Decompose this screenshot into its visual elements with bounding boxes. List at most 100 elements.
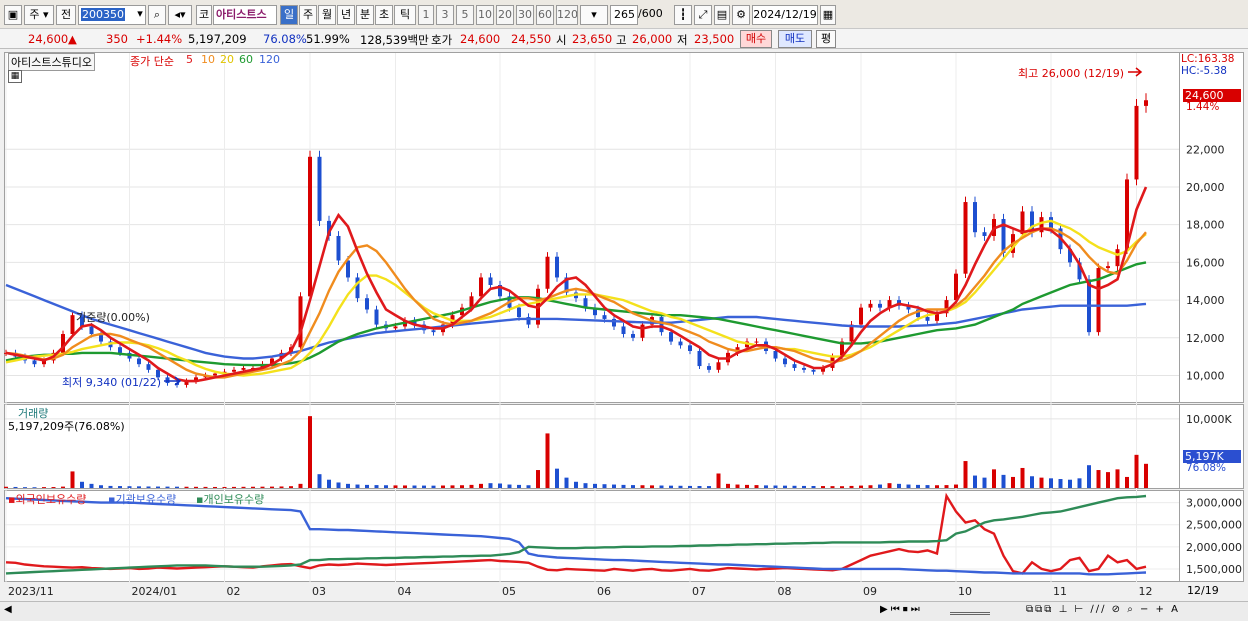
- candle-body: [232, 369, 236, 372]
- volume-bar: [460, 485, 464, 488]
- volume-bar: [783, 485, 787, 488]
- volume-bar: [726, 483, 730, 488]
- volume-bar: [1144, 463, 1148, 488]
- volume-bar: [564, 477, 569, 488]
- candle-body: [545, 256, 550, 289]
- ma120-label: 120: [259, 53, 280, 66]
- volume-bar: [222, 486, 227, 488]
- grid-toggle-icon[interactable]: ▦: [8, 70, 22, 83]
- volume-bar: [165, 486, 170, 488]
- ma-label: 종가 단순: [130, 55, 174, 68]
- candle-body: [1106, 266, 1110, 269]
- volume-bar: [431, 485, 436, 488]
- volume-bar: [232, 486, 236, 488]
- volume-bar: [469, 484, 474, 488]
- legend-inst-text: 기관보유수량: [115, 493, 177, 506]
- volume-bar: [621, 484, 626, 488]
- annotation-base: 기준량(0.00%): [76, 311, 150, 324]
- volume-bar: [365, 484, 369, 488]
- candle-body: [754, 341, 759, 343]
- volume-bar: [517, 484, 521, 488]
- volume-bar: [241, 486, 246, 488]
- volume-tick-label: 10,000K: [1186, 413, 1232, 426]
- volume-bar: [669, 485, 673, 488]
- indiv-holding-line: [5, 494, 1147, 575]
- ma5-label: 5: [186, 53, 193, 66]
- volume-bar: [868, 485, 873, 488]
- volume-bar: [1049, 478, 1053, 488]
- price-tick-label: 22,000: [1186, 143, 1225, 156]
- volume-bar: [659, 485, 664, 488]
- holding-tick-label: 2,000,000: [1186, 541, 1242, 554]
- playback-controls-icon[interactable]: ▶⏮⏹⏭: [880, 604, 923, 615]
- volume-bar: [393, 485, 398, 488]
- volume-bar: [545, 433, 550, 488]
- volume-bar: [1096, 470, 1101, 488]
- volume-bar: [764, 485, 768, 488]
- volume-bar: [32, 487, 37, 488]
- volume-bar: [203, 486, 208, 488]
- volume-bar: [403, 485, 407, 488]
- candle-body: [688, 345, 692, 351]
- candle-body: [165, 377, 170, 384]
- candle-body: [973, 202, 977, 233]
- x-tick-label: 04: [398, 585, 412, 598]
- volume-bar: [13, 486, 18, 488]
- candle-body: [859, 307, 863, 325]
- volume-bar: [336, 482, 341, 488]
- volume-bar: [821, 486, 825, 488]
- volume-bar: [213, 486, 217, 488]
- legend-indiv: ▪개인보유수량: [196, 493, 265, 506]
- volume-bar: [897, 483, 901, 488]
- candle-body: [431, 330, 436, 333]
- volume-bar: [612, 484, 616, 488]
- candle-body: [479, 277, 483, 297]
- volume-bar: [507, 484, 512, 488]
- candle-body: [697, 350, 702, 367]
- candle-body: [374, 309, 379, 325]
- volume-bar: [498, 483, 502, 488]
- volume-bar: [1134, 454, 1139, 488]
- volume-bar: [650, 485, 654, 488]
- volume-bar: [792, 485, 797, 488]
- legend-indiv-text: 개인보유수량: [203, 493, 265, 506]
- volume-bar: [707, 486, 711, 488]
- volume-bar: [327, 479, 331, 488]
- volume-bar: [146, 486, 151, 488]
- volume-bar: [1030, 476, 1034, 488]
- x-tick-label: 03: [312, 585, 326, 598]
- legend-foreign-text: 외국인보유수량: [15, 493, 87, 506]
- candle-body: [678, 341, 683, 346]
- candle-body: [1049, 217, 1053, 229]
- volume-bar: [1077, 478, 1082, 488]
- volume-bar: [1068, 479, 1072, 488]
- volume-bar: [678, 485, 683, 488]
- volume-bar: [270, 486, 274, 488]
- candle-body: [555, 256, 559, 278]
- volume-bar: [479, 483, 483, 488]
- volume-bar: [878, 484, 882, 488]
- scroll-left-icon[interactable]: ◀: [4, 604, 12, 615]
- series-legend-name[interactable]: 아티스트스튜디오: [8, 53, 95, 71]
- drawing-tools-icon[interactable]: ⧉⧉⧉ ⊥ ⊢ ∕∕∕ ⊘ ⌕ − + A: [1026, 604, 1180, 615]
- volume-bar: [640, 485, 645, 488]
- legend-inst: ▪기관보유수량: [108, 493, 177, 506]
- x-tick-label: 02: [227, 585, 241, 598]
- scroll-thumb[interactable]: [950, 612, 990, 615]
- holding-tick-label: 2,500,000: [1186, 519, 1242, 532]
- volume-bar: [355, 484, 360, 488]
- volume-bar: [441, 485, 445, 488]
- volume-bar: [916, 484, 920, 488]
- volume-bar: [289, 486, 293, 488]
- x-tick-label: 09: [863, 585, 877, 598]
- volume-bar: [859, 485, 863, 488]
- volume-bar: [536, 470, 540, 488]
- candle-body: [868, 303, 873, 308]
- volume-bar: [935, 485, 939, 488]
- volume-bar: [412, 485, 417, 488]
- volume-bar: [184, 486, 189, 488]
- volume-bar: [716, 473, 721, 488]
- bottom-scrollbar[interactable]: ◀ ▶⏮⏹⏭ ⧉⧉⧉ ⊥ ⊢ ∕∕∕ ⊘ ⌕ − + A: [0, 601, 1248, 621]
- volume-bar: [99, 485, 103, 488]
- candle-body: [146, 364, 151, 370]
